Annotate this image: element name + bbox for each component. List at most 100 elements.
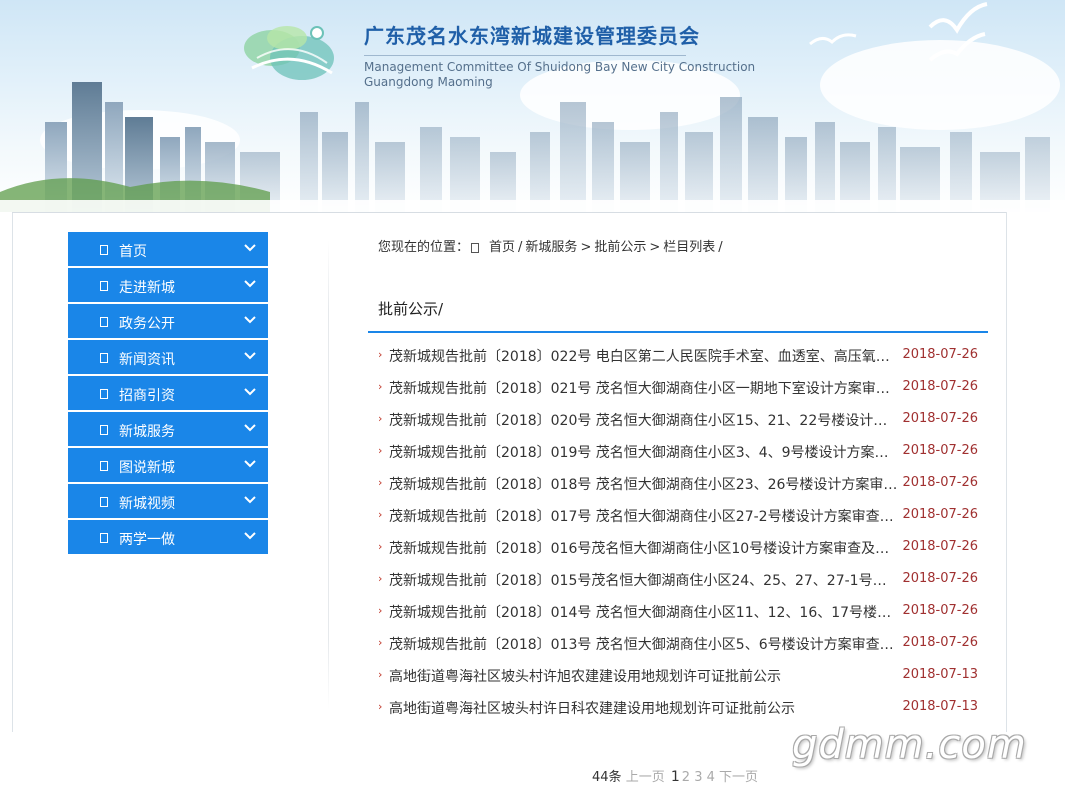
- breadcrumb-list-link[interactable]: 栏目列表: [663, 240, 715, 255]
- page-link-2[interactable]: 2: [682, 770, 690, 785]
- article-title-link[interactable]: 茂新城规告批前〔2018〕022号 电白区第二人民医院手术室、血透室、高压氧…: [389, 346, 899, 366]
- breadcrumb-separator: /: [718, 240, 723, 255]
- article-title-link[interactable]: 茂新城规告批前〔2018〕021号 茂名恒大御湖商住小区一期地下室设计方案审…: [389, 378, 899, 398]
- sidebar-item-label: 招商引资: [119, 388, 175, 404]
- breadcrumb-prefix: 您现在的位置：: [378, 240, 470, 255]
- list-item: › 茂新城规告批前〔2018〕016号茂名恒大御湖商住小区10号楼设计方案审查及建…: [376, 531, 988, 563]
- home-icon: [471, 242, 480, 253]
- square-icon: [100, 497, 108, 507]
- chevron-down-icon[interactable]: [242, 528, 258, 544]
- current-page: 1: [670, 769, 680, 785]
- bullet-arrow-icon: ›: [378, 636, 383, 649]
- bullet-arrow-icon: ›: [378, 412, 383, 425]
- list-item: › 茂新城规告批前〔2018〕020号 茂名恒大御湖商住小区15、21、22号楼设…: [376, 403, 988, 435]
- chevron-down-icon[interactable]: [242, 312, 258, 328]
- article-title-link[interactable]: 茂新城规告批前〔2018〕015号茂名恒大御湖商住小区24、25、27、27-1…: [389, 570, 899, 590]
- bullet-arrow-icon: ›: [378, 380, 383, 393]
- list-item: › 茂新城规告批前〔2018〕014号 茂名恒大御湖商住小区11、12、16、17…: [376, 595, 988, 627]
- article-title-link[interactable]: 茂新城规告批前〔2018〕014号 茂名恒大御湖商住小区11、12、16、17号…: [389, 602, 899, 622]
- chevron-down-icon[interactable]: [242, 276, 258, 292]
- pagination: 44条 上一页 12 3 4 下一页: [592, 766, 758, 785]
- article-title-link[interactable]: 茂新城规告批前〔2018〕016号茂名恒大御湖商住小区10号楼设计方案审查及建…: [389, 538, 899, 558]
- sidebar-item-label: 首页: [119, 244, 147, 260]
- sidebar-item-label: 走进新城: [119, 280, 175, 296]
- breadcrumb-home-link[interactable]: 首页: [489, 240, 515, 255]
- page-link-3[interactable]: 3: [694, 770, 702, 785]
- article-title-link[interactable]: 茂新城规告批前〔2018〕018号 茂名恒大御湖商住小区23、26号楼设计方案审…: [389, 474, 899, 494]
- article-title-link[interactable]: 茂新城规告批前〔2018〕013号 茂名恒大御湖商住小区5、6号楼设计方案审查…: [389, 634, 899, 654]
- square-icon: [100, 245, 108, 255]
- sidebar-item-label: 图说新城: [119, 460, 175, 476]
- site-watermark: gdmm.com: [792, 722, 1027, 768]
- sidebar-item-gov-affairs[interactable]: 政务公开: [68, 304, 268, 338]
- breadcrumb-separator: >: [649, 240, 661, 255]
- list-item: › 茂新城规告批前〔2018〕021号 茂名恒大御湖商住小区一期地下室设计方案审……: [376, 371, 988, 403]
- bullet-arrow-icon: ›: [378, 604, 383, 617]
- article-date: 2018-07-13: [902, 699, 978, 714]
- prev-page-link[interactable]: 上一页: [626, 770, 665, 785]
- sidebar-item-video[interactable]: 新城视频: [68, 484, 268, 518]
- sidebar-item-label: 新闻资讯: [119, 352, 175, 368]
- sidebar-item-about[interactable]: 走进新城: [68, 268, 268, 302]
- article-title-link[interactable]: 高地街道粤海社区坡头村许旭农建建设用地规划许可证批前公示: [389, 666, 899, 686]
- article-date: 2018-07-26: [902, 603, 978, 618]
- article-title-link[interactable]: 茂新城规告批前〔2018〕019号 茂名恒大御湖商住小区3、4、9号楼设计方案审…: [389, 442, 899, 462]
- sidebar-item-home[interactable]: 首页: [68, 232, 268, 266]
- sidebar-item-label: 两学一做: [119, 532, 175, 548]
- bullet-arrow-icon: ›: [378, 508, 383, 521]
- page-link-4[interactable]: 4: [707, 770, 715, 785]
- header-banner: 广东茂名水东湾新城建设管理委员会 Management Committee Of…: [0, 0, 1065, 212]
- sidebar-item-label: 新城服务: [119, 424, 175, 440]
- frame-top-border: [12, 212, 1006, 213]
- bullet-arrow-icon: ›: [378, 540, 383, 553]
- next-page-link[interactable]: 下一页: [719, 770, 758, 785]
- chevron-down-icon[interactable]: [242, 492, 258, 508]
- sidebar-item-gallery[interactable]: 图说新城: [68, 448, 268, 482]
- breadcrumb-separator: /: [518, 240, 523, 255]
- square-icon: [100, 389, 108, 399]
- sidebar-item-news[interactable]: 新闻资讯: [68, 340, 268, 374]
- bullet-arrow-icon: ›: [378, 572, 383, 585]
- article-title-link[interactable]: 茂新城规告批前〔2018〕020号 茂名恒大御湖商住小区15、21、22号楼设计…: [389, 410, 899, 430]
- breadcrumb-prepublic-link[interactable]: 批前公示: [594, 240, 646, 255]
- column-divider: [328, 240, 329, 710]
- chevron-down-icon[interactable]: [242, 384, 258, 400]
- bullet-arrow-icon: ›: [378, 700, 383, 713]
- article-list: › 茂新城规告批前〔2018〕022号 电白区第二人民医院手术室、血透室、高压氧……: [376, 339, 988, 723]
- total-count: 44条: [592, 770, 622, 785]
- city-skyline-image: [0, 82, 1065, 212]
- article-date: 2018-07-26: [902, 539, 978, 554]
- article-date: 2018-07-26: [902, 571, 978, 586]
- section-title-underline: [368, 331, 988, 333]
- sidebar-nav: 首页 走进新城 政务公开 新闻资讯 招商引资 新城服务 图说新城 新城视频 两学: [68, 232, 268, 556]
- sidebar-item-label: 新城视频: [119, 496, 175, 512]
- article-date: 2018-07-26: [902, 443, 978, 458]
- article-title-link[interactable]: 高地街道粤海社区坡头村许日科农建建设用地规划许可证批前公示: [389, 698, 899, 718]
- bullet-arrow-icon: ›: [378, 476, 383, 489]
- list-item: › 茂新城规告批前〔2018〕013号 茂名恒大御湖商住小区5、6号楼设计方案审查…: [376, 627, 988, 659]
- square-icon: [100, 461, 108, 471]
- breadcrumb-services-link[interactable]: 新城服务: [525, 240, 577, 255]
- square-icon: [100, 425, 108, 435]
- square-icon: [100, 281, 108, 291]
- chevron-down-icon[interactable]: [242, 420, 258, 436]
- sidebar-item-services[interactable]: 新城服务: [68, 412, 268, 446]
- article-title-link[interactable]: 茂新城规告批前〔2018〕017号 茂名恒大御湖商住小区27-2号楼设计方案审查…: [389, 506, 899, 526]
- bullet-arrow-icon: ›: [378, 348, 383, 361]
- article-date: 2018-07-13: [902, 667, 978, 682]
- sidebar-item-study[interactable]: 两学一做: [68, 520, 268, 554]
- chevron-down-icon[interactable]: [242, 456, 258, 472]
- article-date: 2018-07-26: [902, 475, 978, 490]
- square-icon: [100, 353, 108, 363]
- sidebar-item-investment[interactable]: 招商引资: [68, 376, 268, 410]
- list-item: › 茂新城规告批前〔2018〕015号茂名恒大御湖商住小区24、25、27、27-…: [376, 563, 988, 595]
- sidebar-item-label: 政务公开: [119, 316, 175, 332]
- chevron-down-icon[interactable]: [242, 240, 258, 256]
- breadcrumb-separator: >: [580, 240, 592, 255]
- breadcrumb: 您现在的位置： 首页 / 新城服务 > 批前公示 > 栏目列表 /: [378, 236, 726, 255]
- list-item: › 高地街道粤海社区坡头村许旭农建建设用地规划许可证批前公示 2018-07-13: [376, 659, 988, 691]
- article-date: 2018-07-26: [902, 347, 978, 362]
- list-item: › 茂新城规告批前〔2018〕018号 茂名恒大御湖商住小区23、26号楼设计方案…: [376, 467, 988, 499]
- square-icon: [100, 317, 108, 327]
- chevron-down-icon[interactable]: [242, 348, 258, 364]
